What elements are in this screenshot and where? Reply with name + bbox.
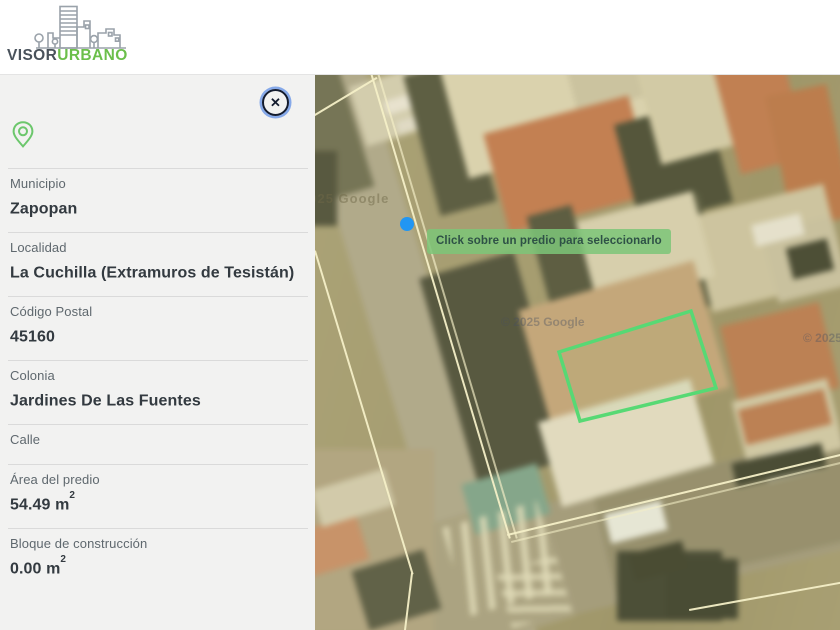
parcel-info-panel: ✕ Municipio Zapopan Localidad La Cuchill… xyxy=(0,75,315,630)
field-label: Localidad xyxy=(10,240,306,255)
visor-urbano-logo[interactable]: VISORURBANO xyxy=(6,3,206,73)
field-label: Calle xyxy=(10,432,306,447)
field-row-area-predio: Área del predio 54.49 m2 xyxy=(8,464,308,528)
field-value: Jardines De Las Fuentes xyxy=(10,391,306,411)
field-label: Bloque de construcción xyxy=(10,536,306,551)
field-row-codigo-postal: Código Postal 45160 xyxy=(8,296,308,360)
field-row-colonia: Colonia Jardines De Las Fuentes xyxy=(8,360,308,424)
field-value: 45160 xyxy=(10,327,306,347)
field-row-municipio: Municipio Zapopan xyxy=(8,168,308,232)
brand-urbano: URBANO xyxy=(57,47,127,64)
field-row-bloque-construccion: Bloque de construcción 0.00 m2 xyxy=(8,528,308,592)
field-label: Colonia xyxy=(10,368,306,383)
field-row-localidad: Localidad La Cuchilla (Extramuros de Tes… xyxy=(8,232,308,296)
brand-visor: VISOR xyxy=(7,47,57,64)
location-pin-icon xyxy=(12,121,34,148)
selected-parcel-outline xyxy=(315,75,840,630)
field-row-calle: Calle xyxy=(8,424,308,464)
field-value: Zapopan xyxy=(10,199,306,219)
field-value: 54.49 m2 xyxy=(10,495,306,515)
city-skyline-icon xyxy=(30,5,130,51)
visor-urbano-app: VISORURBANO ✕ Municipio Zapopan Localida… xyxy=(0,0,840,630)
field-label: Área del predio xyxy=(10,472,306,487)
brand-wordmark: VISORURBANO xyxy=(7,47,128,65)
selected-parcel-polygon[interactable] xyxy=(559,311,716,421)
field-value: La Cuchilla (Extramuros de Tesistán) xyxy=(10,263,306,283)
app-header: VISORURBANO xyxy=(0,0,840,75)
parcel-fields: Municipio Zapopan Localidad La Cuchilla … xyxy=(8,168,308,592)
map-click-marker xyxy=(400,217,414,231)
satellite-map-canvas[interactable]: 2025 Google © 2025 Google © 2025 Click s… xyxy=(315,75,840,630)
map-tooltip: Click sobre un predio para seleccionarlo xyxy=(427,229,671,254)
close-panel-button[interactable]: ✕ xyxy=(262,89,289,116)
field-value: 0.00 m2 xyxy=(10,559,306,579)
field-label: Código Postal xyxy=(10,304,306,319)
field-label: Municipio xyxy=(10,176,306,191)
